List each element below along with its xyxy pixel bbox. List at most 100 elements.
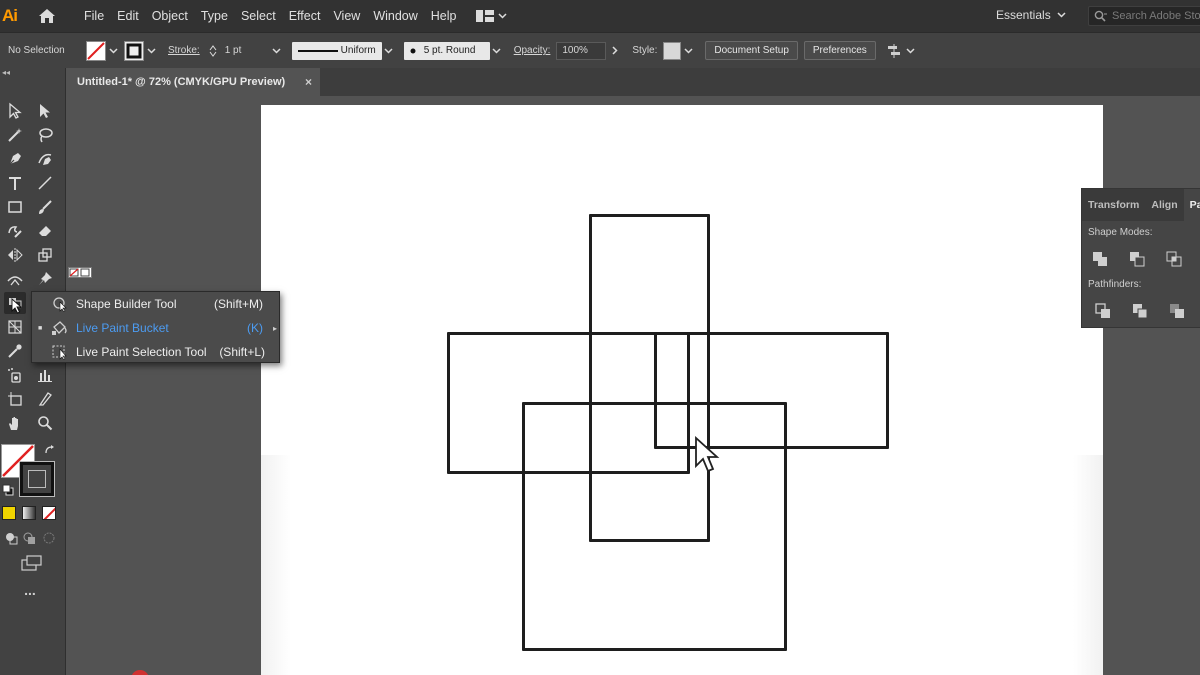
document-tab[interactable]: Untitled-1* @ 72% (CMYK/GPU Preview) × (68, 68, 320, 96)
slice-tool[interactable] (34, 388, 56, 410)
pathfinder-panel: Transform Align Pa Shape Modes: Pathfind… (1081, 188, 1200, 328)
change-screen-mode-button[interactable] (18, 552, 46, 574)
menu-type[interactable]: Type (201, 7, 228, 25)
line-segment-icon (38, 176, 52, 190)
tab-transform[interactable]: Transform (1082, 189, 1145, 221)
selected-bullet-icon: ■ (38, 324, 43, 332)
control-bar: No Selection Stroke: 1 pt Uniform 5 pt. … (0, 32, 1200, 68)
eyedropper-tool[interactable] (4, 340, 26, 362)
menu-view[interactable]: View (333, 7, 360, 25)
magic-wand-tool[interactable] (4, 124, 26, 146)
toolbar-pointer-icon (11, 297, 23, 317)
close-tab-icon[interactable]: × (305, 75, 312, 89)
stroke-label[interactable]: Stroke: (168, 45, 200, 56)
flyout-label: Live Paint Bucket (76, 321, 169, 335)
gradient-mode-button[interactable] (22, 506, 36, 520)
shaper-tool[interactable] (4, 220, 26, 242)
flyout-item-live-paint-bucket[interactable]: ■ Live Paint Bucket (K) ▸ (32, 316, 281, 340)
fill-dropdown[interactable] (106, 47, 120, 54)
graphic-style-swatch[interactable] (663, 41, 682, 60)
flyout-item-live-paint-selection[interactable]: Live Paint Selection Tool (Shift+L) (32, 340, 281, 364)
opacity-field[interactable]: 100% (556, 41, 607, 60)
eraser-tool[interactable] (34, 220, 56, 242)
arrange-options-button[interactable] (886, 43, 915, 58)
width-tool[interactable] (4, 268, 26, 290)
opacity-expand[interactable] (608, 46, 622, 55)
menu-bar: Ai File Edit Object Type Select Effect V… (0, 0, 1200, 32)
stroke-color-box[interactable] (19, 461, 55, 497)
artboard-tool[interactable] (4, 388, 26, 410)
variable-width-profile[interactable]: Uniform (291, 41, 382, 60)
stroke-swatch[interactable] (124, 40, 144, 61)
live-paint-selection-icon (51, 344, 71, 361)
puppet-warp-tool[interactable] (34, 268, 56, 290)
fill-swatch[interactable] (86, 40, 106, 61)
pen-tool[interactable] (4, 148, 26, 170)
artboard[interactable] (261, 105, 1103, 675)
line-segment-tool[interactable] (34, 172, 56, 194)
draw-behind-button[interactable] (18, 527, 40, 549)
color-mode-button[interactable] (2, 506, 16, 520)
arrange-documents-button[interactable] (475, 10, 507, 22)
tab-pathfinder[interactable]: Pa (1183, 189, 1200, 221)
stroke-dropdown[interactable] (144, 47, 158, 54)
menu-object[interactable]: Object (152, 7, 188, 25)
direct-selection-tool[interactable] (4, 100, 26, 122)
curvature-tool[interactable] (34, 148, 56, 170)
bottom-square-shape[interactable] (522, 402, 787, 651)
draw-inside-button[interactable] (38, 527, 60, 549)
tab-align[interactable]: Align (1145, 189, 1183, 221)
column-graph-tool[interactable] (34, 364, 56, 386)
workspace-switcher[interactable]: Essentials (996, 8, 1066, 22)
search-stock-input[interactable]: Search Adobe Sto (1088, 6, 1200, 26)
rectangle-tool[interactable] (4, 196, 26, 218)
edit-toolbar-button[interactable]: ... (0, 582, 60, 598)
paintbrush-tool[interactable] (34, 196, 56, 218)
intersect-icon[interactable] (1166, 251, 1182, 267)
menu-file[interactable]: File (84, 7, 104, 25)
default-fill-stroke-icon[interactable] (2, 484, 14, 499)
document-tab-title: Untitled-1* @ 72% (CMYK/GPU Preview) (77, 76, 286, 88)
selection-tool[interactable] (34, 100, 56, 122)
menu-edit[interactable]: Edit (117, 7, 139, 25)
merge-icon[interactable] (1169, 303, 1185, 319)
preferences-button[interactable]: Preferences (803, 41, 876, 60)
canvas-area[interactable] (67, 96, 1200, 675)
none-fill-icon (87, 41, 105, 60)
brush-definition[interactable]: 5 pt. Round (403, 41, 490, 60)
stroke-weight-dropdown[interactable] (270, 47, 284, 54)
hand-tool[interactable] (4, 412, 26, 434)
rectangle-icon (8, 201, 22, 213)
flyout-item-shape-builder[interactable]: Shape Builder Tool (Shift+M) (32, 292, 281, 316)
profile-dropdown[interactable] (382, 47, 396, 54)
zoom-tool[interactable] (34, 412, 56, 434)
lasso-tool[interactable] (34, 124, 56, 146)
style-dropdown[interactable] (681, 47, 695, 54)
menu-select[interactable]: Select (241, 7, 276, 25)
swap-fill-stroke-icon[interactable] (44, 444, 56, 459)
menu-effect[interactable]: Effect (289, 7, 321, 25)
symbol-sprayer-tool[interactable] (4, 364, 26, 386)
menu-window[interactable]: Window (373, 7, 417, 25)
type-tool[interactable] (4, 172, 26, 194)
app-logo: Ai (2, 6, 18, 25)
minus-front-icon[interactable] (1129, 251, 1145, 267)
arrange-documents-icon (475, 10, 494, 22)
trim-icon[interactable] (1132, 303, 1148, 319)
none-mode-button[interactable] (42, 506, 56, 520)
stroke-stepper[interactable] (208, 44, 218, 57)
reflect-tool[interactable] (4, 244, 26, 266)
unite-icon[interactable] (1092, 251, 1108, 267)
draw-normal-icon (6, 533, 18, 545)
panel-collapse-icon[interactable]: ◂◂ (0, 68, 66, 84)
menu-help[interactable]: Help (431, 7, 457, 25)
home-icon[interactable] (36, 5, 58, 27)
scale-tool[interactable] (34, 244, 56, 266)
stroke-weight-field[interactable]: 1 pt (220, 42, 264, 60)
opacity-label[interactable]: Opacity: (514, 45, 551, 56)
perspective-grid-tool[interactable] (4, 316, 26, 338)
document-setup-button[interactable]: Document Setup (705, 41, 798, 60)
brush-dropdown[interactable] (490, 47, 504, 54)
preferences-label: Preferences (812, 45, 867, 56)
divide-icon[interactable] (1095, 303, 1111, 319)
